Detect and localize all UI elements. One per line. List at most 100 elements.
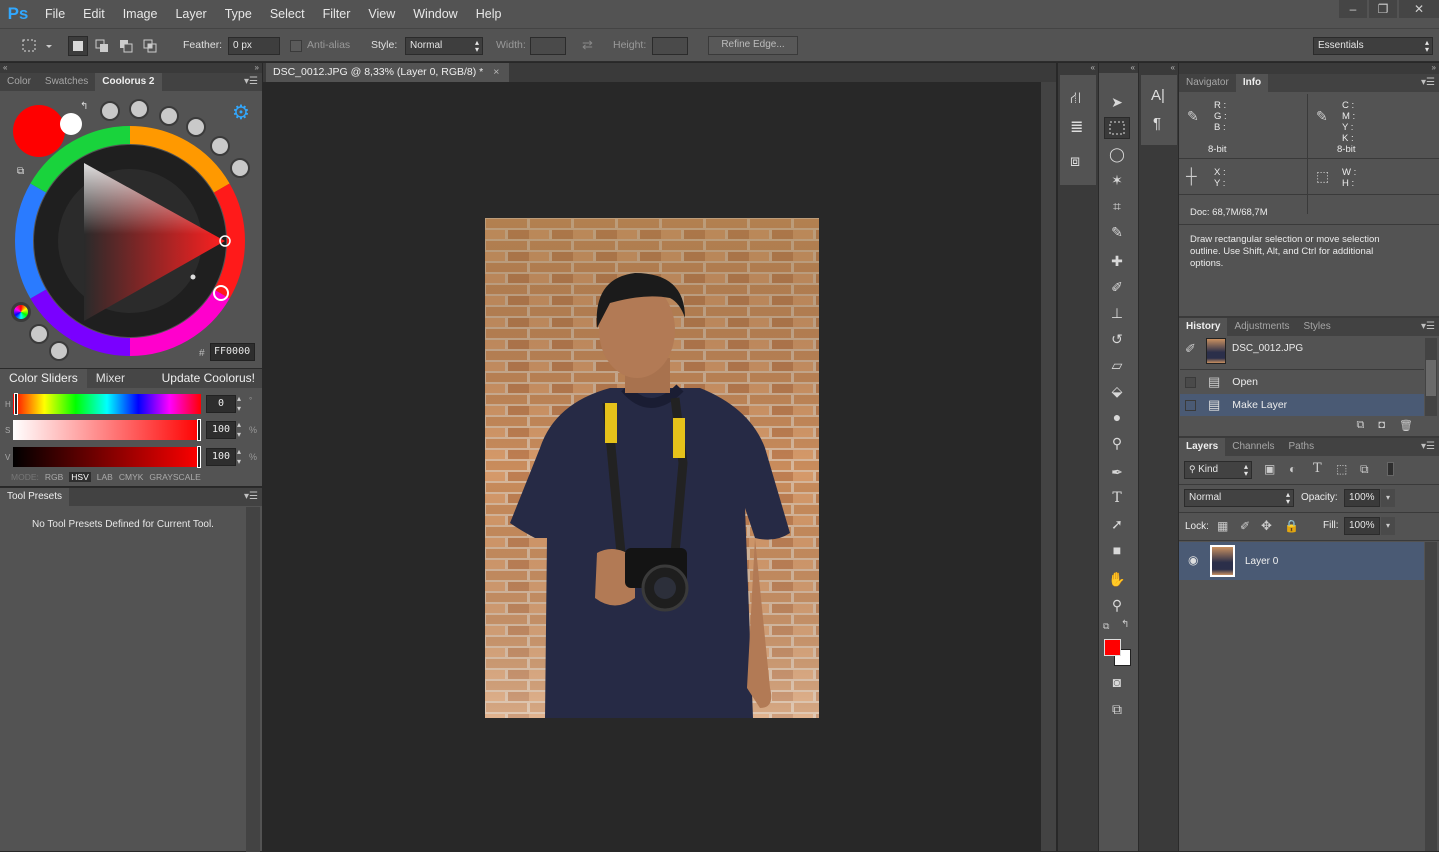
tab-color-sliders[interactable]: Color Sliders: [0, 369, 87, 388]
layer-row[interactable]: ◉ Layer 0: [1179, 542, 1424, 580]
brush-panel-icon[interactable]: ≣: [1070, 117, 1083, 137]
history-brush-source-icon[interactable]: ✐: [1185, 341, 1196, 357]
brush-presets-icon[interactable]: ⛙: [1070, 89, 1081, 109]
tab-paths[interactable]: Paths: [1282, 438, 1322, 456]
close-tab-icon[interactable]: ×: [493, 63, 499, 82]
panel-menu-icon[interactable]: ▾☰: [1421, 318, 1439, 336]
dial-icon[interactable]: [230, 158, 250, 178]
lock-transparent-icon[interactable]: ▦: [1217, 519, 1228, 533]
paint-bucket-tool-icon[interactable]: ⬙: [1104, 380, 1130, 402]
expand-icon[interactable]: »: [1432, 63, 1439, 72]
marquee-tool-icon[interactable]: [1104, 117, 1130, 139]
dial-icon[interactable]: [129, 99, 149, 119]
stepper-icon[interactable]: ▴ ▾: [237, 420, 241, 440]
hue-slider[interactable]: [13, 393, 201, 415]
refine-edge-button[interactable]: Refine Edge...: [708, 36, 798, 55]
visibility-eye-icon[interactable]: ◉: [1188, 553, 1198, 567]
history-checkbox[interactable]: [1185, 399, 1196, 411]
menu-file[interactable]: File: [36, 0, 74, 28]
filter-adjustment-icon[interactable]: ◐: [1289, 462, 1296, 476]
menu-select[interactable]: Select: [261, 0, 314, 28]
slider-handle[interactable]: [14, 393, 18, 415]
menu-layer[interactable]: Layer: [166, 0, 215, 28]
filter-smart-object-icon[interactable]: ⧉: [1360, 462, 1369, 477]
move-tool-icon[interactable]: ➤: [1104, 91, 1130, 113]
minimize-button[interactable]: –: [1339, 0, 1367, 18]
swap-icon[interactable]: ⇄: [582, 37, 593, 53]
menu-window[interactable]: Window: [404, 0, 466, 28]
feather-input[interactable]: 0 px: [228, 37, 280, 55]
new-selection-icon[interactable]: [68, 36, 88, 56]
stepper-icon[interactable]: ▴ ▾: [237, 447, 241, 467]
brush-tool-icon[interactable]: ✐: [1104, 276, 1130, 298]
collapse-icon[interactable]: «: [0, 63, 7, 72]
antialias-checkbox[interactable]: [290, 40, 302, 52]
canvas-scrollbar[interactable]: [1041, 82, 1056, 851]
filter-toggle[interactable]: [1387, 462, 1394, 476]
tab-color[interactable]: Color: [0, 73, 38, 91]
menu-view[interactable]: View: [359, 0, 404, 28]
clone-source-icon[interactable]: ⧈: [1070, 153, 1080, 171]
collapse-icon[interactable]: «: [1131, 63, 1138, 72]
height-input[interactable]: [652, 37, 688, 55]
filter-shape-icon[interactable]: ⬚: [1336, 462, 1347, 476]
hand-tool-icon[interactable]: ✋: [1104, 568, 1130, 590]
saturation-slider[interactable]: [13, 419, 201, 441]
layers-scrollbar[interactable]: [1425, 542, 1437, 851]
tab-adjustments[interactable]: Adjustments: [1227, 318, 1296, 336]
healing-brush-tool-icon[interactable]: ✚: [1104, 250, 1130, 272]
marquee-preset-icon[interactable]: [20, 37, 54, 55]
history-checkbox[interactable]: [1185, 376, 1196, 388]
new-document-from-state-icon[interactable]: ⧉: [1357, 419, 1365, 436]
hue-value[interactable]: 0: [206, 395, 236, 413]
tab-info[interactable]: Info: [1235, 74, 1269, 92]
settings-gear-icon[interactable]: ⚙: [232, 100, 250, 125]
lock-position-icon[interactable]: ✥: [1261, 518, 1272, 534]
paragraph-panel-icon[interactable]: ¶: [1153, 115, 1161, 132]
tab-coolorus[interactable]: Coolorus 2: [95, 73, 162, 91]
opacity-dropdown-icon[interactable]: ▾: [1381, 489, 1395, 507]
crop-tool-icon[interactable]: ⌗: [1104, 195, 1130, 217]
lock-pixels-icon[interactable]: ✐: [1240, 519, 1250, 533]
quick-mask-icon[interactable]: ◙: [1104, 671, 1130, 693]
slider-handle[interactable]: [197, 419, 201, 441]
magic-wand-tool-icon[interactable]: ✶: [1104, 169, 1130, 191]
stepper-icon[interactable]: ▴ ▾: [237, 394, 241, 414]
panel-menu-icon[interactable]: ▾☰: [1421, 74, 1439, 92]
foreground-swatch[interactable]: [13, 105, 65, 157]
panel-menu-icon[interactable]: ▾☰: [244, 488, 262, 506]
tab-layers[interactable]: Layers: [1179, 438, 1226, 456]
panel-menu-icon[interactable]: ▾☰: [244, 73, 262, 91]
scroll-thumb[interactable]: [1426, 360, 1436, 396]
style-select[interactable]: Normal ▴ ▾: [405, 37, 483, 55]
menu-type[interactable]: Type: [216, 0, 261, 28]
collapse-icon[interactable]: «: [1091, 63, 1098, 72]
history-brush-tool-icon[interactable]: ↺: [1104, 328, 1130, 350]
slider-handle[interactable]: [197, 446, 201, 468]
stop-icon[interactable]: [49, 341, 69, 361]
camera-icon[interactable]: ◘: [1378, 419, 1385, 436]
dodge-tool-icon[interactable]: ⚲: [1104, 432, 1130, 454]
tab-swatches[interactable]: Swatches: [38, 73, 95, 91]
eyedropper-tool-icon[interactable]: ✎: [1104, 221, 1130, 243]
menu-filter[interactable]: Filter: [314, 0, 360, 28]
restore-button[interactable]: ❐: [1369, 0, 1397, 18]
opacity-input[interactable]: 100%: [1344, 489, 1380, 507]
history-item-make-layer[interactable]: ▤ Make Layer: [1180, 394, 1424, 416]
color-harmony-icon[interactable]: [11, 302, 31, 322]
workspace-select[interactable]: Essentials ▴ ▾: [1313, 37, 1433, 55]
dial-icon[interactable]: [210, 136, 230, 156]
rectangle-tool-icon[interactable]: ■: [1104, 539, 1130, 561]
swap-colors-icon[interactable]: ↰: [80, 101, 88, 112]
pen-tool-icon[interactable]: ✒: [1104, 461, 1130, 483]
dial-icon[interactable]: [159, 106, 179, 126]
rotate-left-icon[interactable]: [29, 324, 49, 344]
menu-edit[interactable]: Edit: [74, 0, 114, 28]
screen-mode-icon[interactable]: ⧉: [1104, 698, 1130, 720]
value-value[interactable]: 100: [206, 448, 236, 466]
collapse-icon[interactable]: «: [1171, 63, 1178, 72]
snapshot-name[interactable]: DSC_0012.JPG: [1232, 343, 1303, 354]
blur-tool-icon[interactable]: ●: [1104, 406, 1130, 428]
fill-input[interactable]: 100%: [1344, 517, 1380, 535]
tab-channels[interactable]: Channels: [1225, 438, 1281, 456]
